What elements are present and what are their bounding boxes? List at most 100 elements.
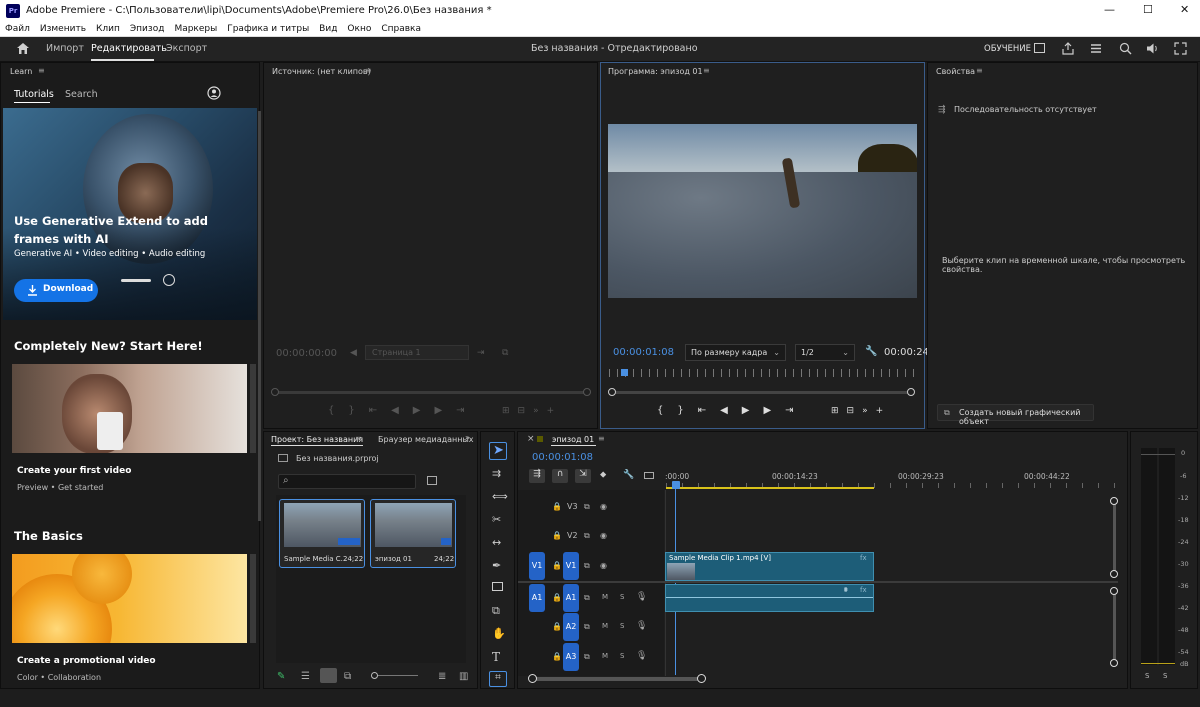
source-fit-icon[interactable]: ⇥ xyxy=(477,348,485,358)
list-view-icon[interactable]: ☰ xyxy=(301,671,310,682)
source-timecode[interactable]: 00:00:00:00 xyxy=(276,348,337,359)
timeline-title[interactable]: эпизод 01 xyxy=(552,435,594,444)
source-patch-v1[interactable]: V1 xyxy=(529,552,545,580)
track-v2-label[interactable]: V2 xyxy=(567,531,578,540)
pen-tool-icon[interactable]: ✒ xyxy=(492,559,501,572)
card1-image[interactable] xyxy=(12,364,247,453)
panel-menu-icon[interactable]: ≡ xyxy=(38,66,45,75)
program-insert-icons[interactable]: ⊞⊟»+ xyxy=(831,406,891,416)
v1-sync-icon[interactable]: ⧉ xyxy=(584,561,590,571)
track-v3-label[interactable]: V3 xyxy=(567,502,578,511)
source-scrub-start[interactable] xyxy=(271,388,279,396)
a3-lock-icon[interactable]: 🔒 xyxy=(552,652,562,661)
more-panels-icon[interactable]: » xyxy=(465,433,470,442)
caption-tool-icon[interactable]: ⌗ xyxy=(489,671,507,687)
search-zoom-icon[interactable] xyxy=(1119,42,1132,55)
program-menu-icon[interactable]: ≡ xyxy=(703,66,710,75)
v2-lock-icon[interactable]: 🔒 xyxy=(552,531,562,540)
learn-button[interactable]: ОБУЧЕНИЕ xyxy=(984,44,1031,54)
a1-lock-icon[interactable]: 🔒 xyxy=(552,593,562,602)
audio-scroll-top[interactable] xyxy=(1110,587,1118,595)
slip-tool-icon[interactable]: ↔ xyxy=(492,536,501,549)
video-scrollbar[interactable] xyxy=(1113,500,1116,577)
menu-view[interactable]: Вид xyxy=(314,22,342,34)
program-scrub-start[interactable] xyxy=(608,388,616,396)
tab-import[interactable]: Импорт xyxy=(46,43,84,54)
media-browser-tab[interactable]: Браузер медиаданных xyxy=(378,435,474,444)
program-video-frame[interactable] xyxy=(608,124,917,298)
pencil-icon[interactable]: ✎ xyxy=(277,671,285,682)
properties-menu-icon[interactable]: ≡ xyxy=(976,66,983,75)
menu-markers[interactable]: Маркеры xyxy=(169,22,222,34)
hand-tool-icon[interactable]: ✋ xyxy=(492,627,506,640)
ripple-tool-icon[interactable]: ⟺ xyxy=(492,490,508,503)
tab-export[interactable]: Экспорт xyxy=(166,43,207,54)
audio-clip[interactable]: ⩩ fx xyxy=(665,584,874,612)
v3-eye-icon[interactable]: ◉ xyxy=(600,502,607,511)
meter-solo-left[interactable]: S xyxy=(1145,672,1149,680)
project-item-sequence[interactable]: эпизод 01 24;22 xyxy=(370,499,456,568)
a1-solo-button[interactable]: S xyxy=(620,593,624,601)
resolution-select[interactable]: 1/2 ⌄ xyxy=(795,344,855,361)
meter-solo-right[interactable]: S xyxy=(1163,672,1167,680)
a1-sync-icon[interactable]: ⧉ xyxy=(584,593,590,603)
timeline-menu-icon[interactable]: ≡ xyxy=(598,434,605,443)
video-clip[interactable]: Sample Media Clip 1.mp4 [V] fx xyxy=(665,552,874,581)
wrench-icon[interactable]: 🔧 xyxy=(865,346,877,357)
source-patch-a1[interactable]: A1 xyxy=(529,584,545,612)
source-menu-icon[interactable]: ≡ xyxy=(365,66,372,75)
share-icon[interactable] xyxy=(1062,42,1074,55)
learn-scrollbar[interactable] xyxy=(258,111,261,521)
captions-icon[interactable] xyxy=(644,472,654,479)
project-menu-icon[interactable]: ≡ xyxy=(355,434,362,443)
timeline-timecode[interactable]: 00:00:01:08 xyxy=(532,452,593,463)
v3-sync-icon[interactable]: ⧉ xyxy=(584,502,590,512)
program-timecode[interactable]: 00:00:01:08 xyxy=(613,347,674,358)
track-v1-label[interactable]: V1 xyxy=(563,552,579,580)
track-a3-label[interactable]: A3 xyxy=(563,643,579,671)
carousel-indicator[interactable] xyxy=(121,279,151,282)
source-scrubber[interactable] xyxy=(274,391,588,394)
menu-help[interactable]: Справка xyxy=(376,22,426,34)
video-scroll-bottom[interactable] xyxy=(1110,570,1118,578)
project-search-input[interactable]: ⌕ xyxy=(278,474,416,489)
a3-solo-button[interactable]: S xyxy=(620,652,624,660)
account-icon[interactable] xyxy=(207,86,221,100)
card2-image[interactable] xyxy=(12,554,247,643)
audio-scrollbar[interactable] xyxy=(1113,590,1116,663)
menu-window[interactable]: Окно xyxy=(342,22,376,34)
automate-icon[interactable]: ▥ xyxy=(459,671,468,682)
snap-icon[interactable]: ∩ xyxy=(552,469,568,483)
v2-sync-icon[interactable]: ⧉ xyxy=(584,531,590,541)
program-scrub-end[interactable] xyxy=(907,388,915,396)
video-scroll-top[interactable] xyxy=(1110,497,1118,505)
v3-lock-icon[interactable]: 🔒 xyxy=(552,502,562,511)
tab-edit[interactable]: Редактировать xyxy=(91,43,167,54)
track-a1-label[interactable]: A1 xyxy=(563,584,579,612)
menu-clip[interactable]: Клип xyxy=(91,22,125,34)
timeline-settings-icon[interactable]: 🔧 xyxy=(623,470,634,480)
audio-scroll-bottom[interactable] xyxy=(1110,659,1118,667)
selection-tool-icon[interactable]: ➤ xyxy=(493,443,504,458)
source-page-select[interactable]: Страница 1 xyxy=(365,345,469,360)
sort-icon[interactable]: ≣ xyxy=(438,671,446,682)
program-scrubber[interactable] xyxy=(611,391,912,394)
project-item-clip[interactable]: Sample Media C... 24;22 xyxy=(279,499,365,568)
insert-nest-icon[interactable]: ⇶ xyxy=(529,469,545,483)
freeform-view-icon[interactable]: ⧉ xyxy=(344,671,351,682)
a3-mic-icon[interactable]: 🎙 xyxy=(636,651,647,661)
menu-graphics[interactable]: Графика и титры xyxy=(222,22,314,34)
source-settings-icon[interactable]: ⧉ xyxy=(502,348,508,358)
menu-sequence[interactable]: Эпизод xyxy=(125,22,170,34)
workspaces-icon[interactable] xyxy=(1090,43,1102,54)
h-scroll-start[interactable] xyxy=(528,674,537,683)
a2-mute-button[interactable]: M xyxy=(602,622,608,630)
carousel-pause-icon[interactable] xyxy=(163,274,175,286)
hero-image[interactable]: Use Generative Extend to add frames with… xyxy=(3,108,257,320)
tab-search[interactable]: Search xyxy=(65,89,98,100)
work-area-bar[interactable] xyxy=(666,487,874,489)
source-insert-icons[interactable]: ⊞⊟»+ xyxy=(502,406,562,416)
panel-layout-icon[interactable] xyxy=(1034,43,1045,53)
card1-title[interactable]: Create your first video xyxy=(17,466,131,476)
zoom-slider-thumb[interactable] xyxy=(371,672,378,679)
